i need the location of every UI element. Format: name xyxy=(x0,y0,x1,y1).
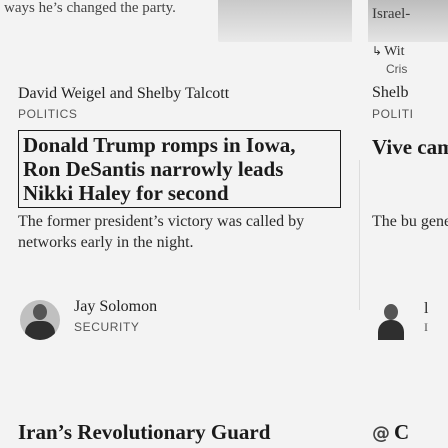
article-headline[interactable]: Donald Trump romps in Iowa, Ron DeSantis… xyxy=(23,133,336,205)
right-column: Israel- ↳Wit Cris Shelb POLITI Vive camp… xyxy=(368,0,448,448)
right-author-name[interactable]: l xyxy=(424,300,428,318)
reply-arrow-icon: ↳ xyxy=(372,44,383,58)
right-author-section[interactable]: I xyxy=(424,320,428,335)
right-avatar-torso-shape xyxy=(378,320,404,340)
previous-story-snippet[interactable]: ways he’s changed the party. xyxy=(4,0,204,18)
author-avatar[interactable] xyxy=(20,300,60,340)
right-reply-line: ↳ Wit xyxy=(372,44,405,60)
column-divider xyxy=(359,160,360,310)
next-story-headline[interactable]: Iran’s Revolutionary Guard xyxy=(18,420,352,445)
right-next-headline[interactable]: C xyxy=(394,420,409,444)
right-story-snippet[interactable]: Israel- xyxy=(372,6,410,23)
article-section[interactable]: POLITICS xyxy=(18,107,77,121)
author-section[interactable]: SECURITY xyxy=(74,320,139,334)
right-article-byline[interactable]: Shelb xyxy=(372,84,408,102)
headline-highlight-box: Donald Trump romps in Iowa, Ron DeSantis… xyxy=(18,130,341,208)
right-reply-sub: Cris xyxy=(386,62,408,76)
right-avatar-head-shape xyxy=(384,304,398,320)
right-reply-label[interactable]: Wit xyxy=(384,44,404,59)
right-article-section[interactable]: POLITI xyxy=(372,107,414,121)
at-icon: @ xyxy=(372,423,390,444)
article-byline[interactable]: David Weigel and Shelby Talcott xyxy=(18,84,348,104)
right-author-avatar[interactable] xyxy=(378,300,404,340)
left-column: ways he’s changed the party. David Weige… xyxy=(0,0,352,448)
right-article-headline[interactable]: Vive camp Iowa xyxy=(372,135,448,159)
avatar-head-shape xyxy=(33,304,47,320)
right-article-dek: The bu genera but sec xyxy=(372,213,448,230)
previous-story-image[interactable] xyxy=(218,0,352,42)
avatar-torso-shape xyxy=(25,321,55,340)
author-name[interactable]: Jay Solomon xyxy=(74,298,157,316)
right-next-story[interactable]: @ C xyxy=(372,420,409,445)
article-dek: The former president’s victory was calle… xyxy=(18,213,305,251)
